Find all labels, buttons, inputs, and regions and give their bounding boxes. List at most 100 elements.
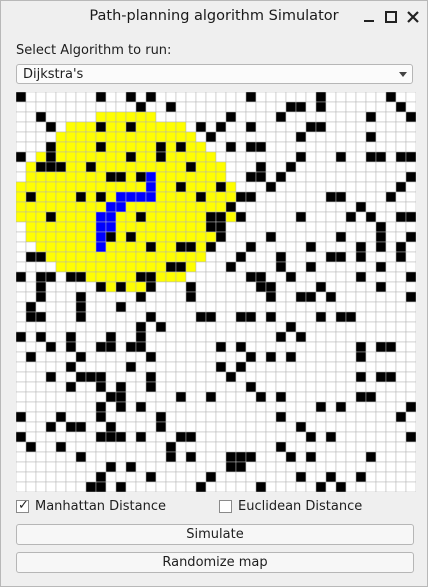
manhattan-checkbox-box[interactable]: ✓ xyxy=(16,498,29,513)
grid-cell[interactable] xyxy=(255,191,267,203)
grid-cell[interactable] xyxy=(255,361,267,373)
grid-cell[interactable] xyxy=(305,261,317,273)
grid-cell[interactable] xyxy=(235,131,247,143)
grid-cell[interactable] xyxy=(155,481,167,492)
grid-cell[interactable] xyxy=(65,251,77,263)
grid-cell[interactable] xyxy=(16,461,27,473)
grid-cell[interactable] xyxy=(45,291,57,303)
grid-cell[interactable] xyxy=(25,201,37,213)
grid-cell[interactable] xyxy=(95,381,107,393)
grid-cell[interactable] xyxy=(235,401,247,413)
grid-cell[interactable] xyxy=(275,291,287,303)
grid-cell[interactable] xyxy=(365,471,377,483)
grid-cell[interactable] xyxy=(365,301,377,313)
grid-cell[interactable] xyxy=(245,481,257,492)
grid-cell[interactable] xyxy=(95,441,107,453)
grid-cell[interactable] xyxy=(335,431,347,443)
grid-cell[interactable] xyxy=(55,351,67,363)
grid-cell[interactable] xyxy=(245,251,257,263)
grid-cell[interactable] xyxy=(175,391,187,403)
grid-cell[interactable] xyxy=(275,241,287,253)
grid-cell[interactable] xyxy=(405,461,416,473)
grid-cell[interactable] xyxy=(375,441,387,453)
grid-cell[interactable] xyxy=(165,481,177,492)
grid-cell[interactable] xyxy=(295,271,307,283)
grid-cell[interactable] xyxy=(255,411,267,423)
grid-cell[interactable] xyxy=(35,161,47,173)
grid-cell[interactable] xyxy=(145,351,157,363)
grid-cell[interactable] xyxy=(375,171,387,183)
grid-cell[interactable] xyxy=(145,111,157,123)
grid-cell[interactable] xyxy=(175,251,187,263)
grid-cell[interactable] xyxy=(145,371,157,383)
grid-cell[interactable] xyxy=(395,191,407,203)
grid-cell[interactable] xyxy=(405,321,416,333)
grid-cell[interactable] xyxy=(115,221,127,233)
grid-cell[interactable] xyxy=(35,421,47,433)
grid-cell[interactable] xyxy=(165,161,177,173)
grid-cell[interactable] xyxy=(155,461,167,473)
grid-cell[interactable] xyxy=(115,411,127,423)
grid-cell[interactable] xyxy=(85,211,97,223)
grid-cell[interactable] xyxy=(345,411,357,423)
grid-cell[interactable] xyxy=(385,92,397,103)
grid-cell[interactable] xyxy=(255,151,267,163)
grid-cell[interactable] xyxy=(215,401,227,413)
grid-cell[interactable] xyxy=(285,301,297,313)
grid-cell[interactable] xyxy=(35,291,47,303)
grid-cell[interactable] xyxy=(205,421,217,433)
grid-cell[interactable] xyxy=(75,451,87,463)
grid-cell[interactable] xyxy=(225,251,237,263)
grid-cell[interactable] xyxy=(295,331,307,343)
grid-cell[interactable] xyxy=(225,481,237,492)
grid-cell[interactable] xyxy=(75,221,87,233)
grid-cell[interactable] xyxy=(215,361,227,373)
grid-cell[interactable] xyxy=(65,241,77,253)
grid-cell[interactable] xyxy=(255,271,267,283)
grid-cell[interactable] xyxy=(185,241,197,253)
grid-cell[interactable] xyxy=(255,421,267,433)
grid-cell[interactable] xyxy=(315,411,327,423)
grid-cell[interactable] xyxy=(135,131,147,143)
grid-cell[interactable] xyxy=(135,311,147,323)
grid-cell[interactable] xyxy=(195,171,207,183)
grid-cell[interactable] xyxy=(395,331,407,343)
grid-cell[interactable] xyxy=(45,371,57,383)
grid-cell[interactable] xyxy=(215,471,227,483)
grid-cell[interactable] xyxy=(175,341,187,353)
grid-cell[interactable] xyxy=(285,261,297,273)
grid-cell[interactable] xyxy=(285,331,297,343)
grid-cell[interactable] xyxy=(375,131,387,143)
grid-cell[interactable] xyxy=(335,251,347,263)
grid-cell[interactable] xyxy=(285,161,297,173)
grid-cell[interactable] xyxy=(255,311,267,323)
grid-cell[interactable] xyxy=(115,381,127,393)
grid-cell[interactable] xyxy=(85,151,97,163)
grid-cell[interactable] xyxy=(295,311,307,323)
grid-cell[interactable] xyxy=(175,431,187,443)
grid-cell[interactable] xyxy=(185,461,197,473)
grid-cell[interactable] xyxy=(185,92,197,103)
grid-cell[interactable] xyxy=(105,191,117,203)
grid-cell[interactable] xyxy=(245,241,257,253)
grid-cell[interactable] xyxy=(75,391,87,403)
grid-cell[interactable] xyxy=(395,361,407,373)
grid-cell[interactable] xyxy=(195,121,207,133)
grid-cell[interactable] xyxy=(215,271,227,283)
grid-cell[interactable] xyxy=(405,121,416,133)
grid-cell[interactable] xyxy=(105,111,117,123)
grid-cell[interactable] xyxy=(305,391,317,403)
grid-cell[interactable] xyxy=(65,431,77,443)
grid-cell[interactable] xyxy=(55,361,67,373)
grid-cell[interactable] xyxy=(335,221,347,233)
grid-cell[interactable] xyxy=(315,291,327,303)
grid-cell[interactable] xyxy=(245,191,257,203)
grid-cell[interactable] xyxy=(55,451,67,463)
grid-cell[interactable] xyxy=(395,281,407,293)
grid-cell[interactable] xyxy=(155,471,167,483)
grid-cell[interactable] xyxy=(16,421,27,433)
grid-cell[interactable] xyxy=(205,211,217,223)
grid-cell[interactable] xyxy=(345,421,357,433)
grid-cell[interactable] xyxy=(325,401,337,413)
grid-cell[interactable] xyxy=(65,151,77,163)
